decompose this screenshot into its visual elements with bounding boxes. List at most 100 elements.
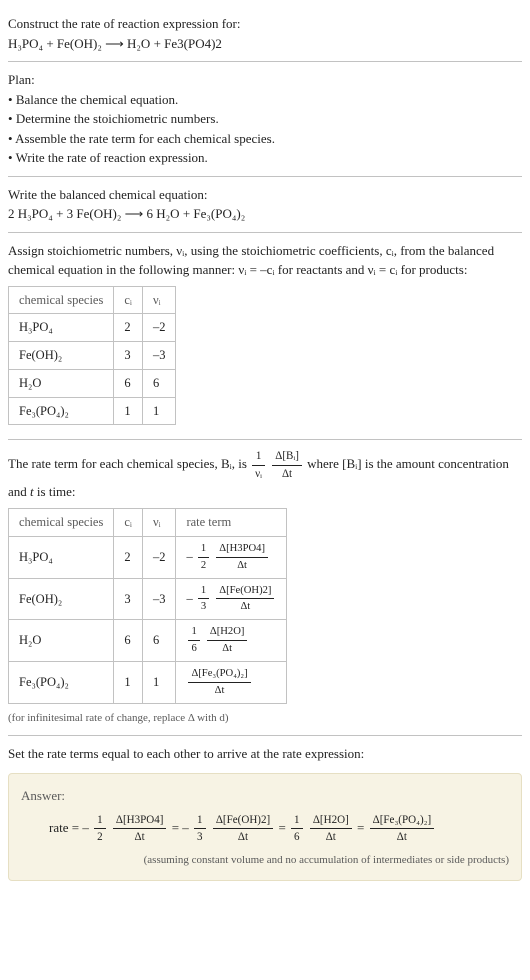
table-row: chemical species cᵢ νᵢ rate term [9,508,287,536]
col-vi: νᵢ [142,508,176,536]
text: is time: [34,484,76,499]
den: Δt [370,829,435,846]
den: νᵢ [252,466,265,483]
text: rate = – [49,820,92,835]
cell-species: Fe₃(PO₄)₂ [9,397,114,425]
den: 3 [194,829,206,846]
fraction: 16 [291,812,303,846]
rateterm-table: chemical species cᵢ νᵢ rate term H₃PO₄ 2… [8,508,287,704]
cell-rateterm: – 13 Δ[Fe(OH)2]Δt [176,578,287,620]
den: 2 [198,558,209,574]
cell-vi: –2 [142,314,176,342]
den: Δt [113,829,167,846]
assign-text: Assign stoichiometric numbers, νᵢ, using… [8,241,522,280]
cell-species: H₂O [9,369,114,397]
fraction: 13 [194,812,206,846]
num: Δ[Fe₃(PO₄)₂] [370,812,435,830]
rateterm-footnote: (for infinitesimal rate of change, repla… [8,710,522,727]
rateterm-section: The rate term for each chemical species,… [8,442,522,732]
num: Δ[H3PO4] [113,812,167,830]
num: Δ[Bᵢ] [272,448,302,466]
plan-title: Plan: [8,70,522,90]
cell-rateterm: 16 Δ[H2O]Δt [176,620,287,662]
assign-section: Assign stoichiometric numbers, νᵢ, using… [8,235,522,438]
den: Δt [213,829,273,846]
assign-table: chemical species cᵢ νᵢ H₃PO₄2–2 Fe(OH)₂3… [8,286,176,426]
cell-species: Fe(OH)₂ [9,578,114,620]
divider [8,232,522,233]
fraction: Δ[Fe₃(PO₄)₂]Δt [370,812,435,846]
text: The rate term for each chemical species,… [8,456,250,471]
num: 1 [291,812,303,830]
cell-ci: 1 [114,397,143,425]
plan-item: Determine the stoichiometric numbers. [16,111,219,126]
set-line: Set the rate terms equal to each other t… [8,738,522,770]
col-species: chemical species [9,508,114,536]
fraction: Δ[H3PO4]Δt [113,812,167,846]
num: 1 [198,583,209,600]
fraction: Δ[H2O]Δt [207,624,248,657]
plan-item: Write the rate of reaction expression. [16,150,208,165]
cell-vi: 1 [142,397,176,425]
num: 1 [94,812,106,830]
cell-vi: 6 [142,369,176,397]
divider [8,439,522,440]
col-vi: νᵢ [142,286,176,314]
table-row: chemical species cᵢ νᵢ [9,286,176,314]
fraction: Δ[Fe₃(PO₄)₂]Δt [188,666,250,699]
num: 1 [198,541,209,558]
cell-ci: 3 [114,578,143,620]
cell-ci: 1 [114,662,143,704]
answer-equation: rate = – 12 Δ[H3PO4]Δt = – 13 Δ[Fe(OH)2]… [21,812,509,846]
cell-vi: –3 [142,342,176,370]
fraction: 1νᵢ [252,448,265,482]
construct-prompt: Construct the rate of reaction expressio… [8,14,522,34]
den: Δt [188,683,250,699]
divider [8,176,522,177]
num: 1 [252,448,265,466]
cell-species: H₂O [9,620,114,662]
den: 2 [94,829,106,846]
den: Δt [216,599,274,615]
sign: – [186,549,195,563]
text: = – [172,820,192,835]
cell-ci: 6 [114,369,143,397]
table-row: H₂O 6 6 16 Δ[H2O]Δt [9,620,287,662]
construct-equation: H₃PO₄ + Fe(OH)₂ ⟶ H₂O + Fe3(PO4)2 [8,34,522,54]
cell-ci: 6 [114,620,143,662]
cell-rateterm: Δ[Fe₃(PO₄)₂]Δt [176,662,287,704]
den: 6 [188,641,199,657]
col-species: chemical species [9,286,114,314]
num: Δ[H2O] [207,624,248,641]
table-row: H₃PO₄ 2 –2 – 12 Δ[H3PO4]Δt [9,536,287,578]
den: Δt [216,558,268,574]
answer-label: Answer: [21,786,509,806]
fraction: Δ[H3PO4]Δt [216,541,268,574]
num: 1 [194,812,206,830]
den: 3 [198,599,209,615]
fraction: 16 [188,624,199,657]
col-ci: cᵢ [114,508,143,536]
num: Δ[Fe₃(PO₄)₂] [188,666,250,683]
cell-vi: –2 [142,536,176,578]
fraction: Δ[H2O]Δt [310,812,352,846]
den: 6 [291,829,303,846]
cell-species: Fe(OH)₂ [9,342,114,370]
cell-ci: 2 [114,536,143,578]
num: Δ[Fe(OH)2] [216,583,274,600]
num: Δ[Fe(OH)2] [213,812,273,830]
col-ci: cᵢ [114,286,143,314]
fraction: 12 [198,541,209,574]
num: Δ[H2O] [310,812,352,830]
table-row: Fe(OH)₂ 3 –3 – 13 Δ[Fe(OH)2]Δt [9,578,287,620]
fraction: Δ[Fe(OH)2]Δt [213,812,273,846]
fraction: Δ[Fe(OH)2]Δt [216,583,274,616]
text: = [357,820,368,835]
fraction: 12 [94,812,106,846]
cell-species: H₃PO₄ [9,314,114,342]
construct-header: Construct the rate of reaction expressio… [8,8,522,59]
cell-rateterm: – 12 Δ[H3PO4]Δt [176,536,287,578]
divider [8,735,522,736]
num: 1 [188,624,199,641]
cell-ci: 3 [114,342,143,370]
